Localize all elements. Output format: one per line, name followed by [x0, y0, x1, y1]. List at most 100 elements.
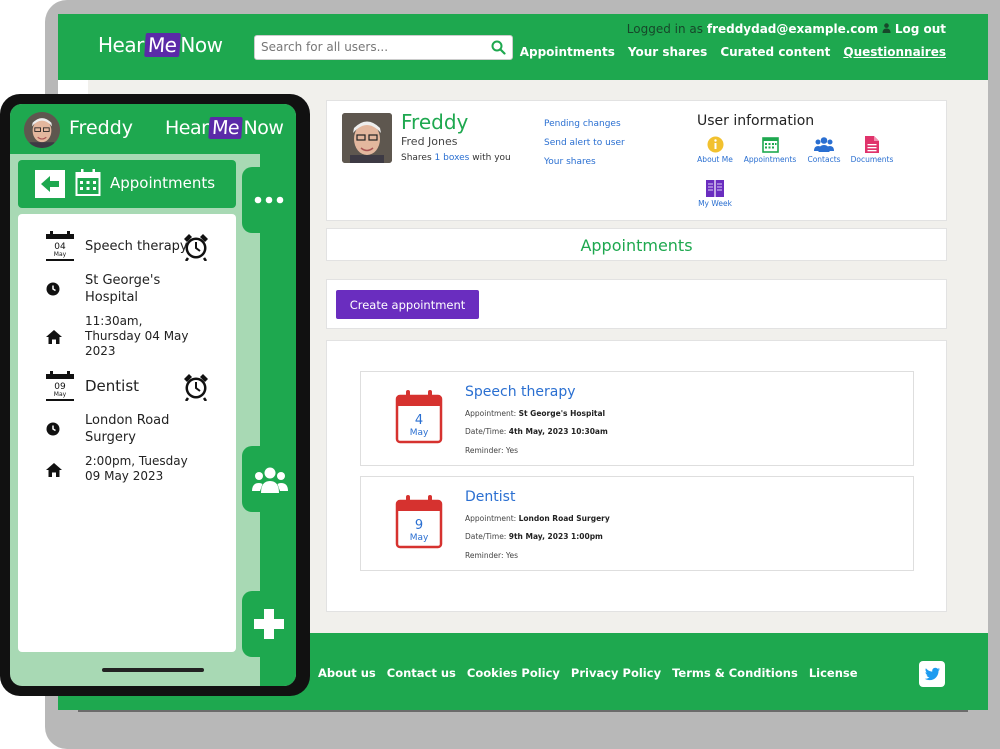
phone-place-line: Hospital	[85, 290, 139, 305]
search-box	[254, 35, 513, 60]
phone-user-name: Freddy	[69, 117, 133, 139]
profile-card: Freddy Fred Jones Shares 1 boxes with yo…	[326, 100, 947, 221]
phone-frame: Freddy Hear Me Now Appointments 04 May S…	[0, 94, 310, 696]
list-item: London Road Surgery	[18, 412, 236, 448]
avatar	[342, 113, 392, 163]
login-status: Logged in as freddydad@example.com Log o…	[627, 22, 946, 36]
people-icon	[242, 467, 296, 516]
logged-in-label: Logged in as	[626, 22, 704, 36]
footer-contact-us[interactable]: Contact us	[387, 666, 456, 680]
appointment-datetime: Date/Time: 4th May, 2023 10:30am	[465, 427, 608, 436]
stage: HearMeNow Logged in as freddydad@example…	[0, 0, 1000, 749]
avatar[interactable]	[24, 112, 60, 148]
footer-license[interactable]: License	[809, 666, 858, 680]
footer-about-us[interactable]: About us	[318, 666, 376, 680]
footer-terms[interactable]: Terms & Conditions	[672, 666, 798, 680]
send-alert-link[interactable]: Send alert to user	[544, 134, 625, 153]
appointment-reminder: Reminder: Yes	[465, 446, 518, 455]
back-arrow-icon[interactable]	[35, 170, 65, 202]
phone-title-bar: Appointments	[18, 160, 236, 208]
documents-icon	[842, 136, 902, 153]
my-week-icon	[685, 180, 745, 197]
list-item: 2:00pm, Tuesday 09 May 2023	[18, 454, 236, 486]
appointment-card-speech-therapy[interactable]: 4 May Speech therapy Appointment: St Geo…	[360, 371, 914, 466]
appointment-list: 4 May Speech therapy Appointment: St Geo…	[326, 340, 947, 612]
create-appointment-button[interactable]: Create appointment	[336, 290, 479, 319]
svg-text:May: May	[54, 391, 67, 398]
home-icon	[46, 462, 62, 481]
appointments-header-card: Appointments	[326, 228, 947, 261]
calendar-icon: 04 May	[46, 231, 74, 265]
footer-links: About us Contact us Cookies Policy Priva…	[318, 666, 858, 680]
nav-your-shares[interactable]: Your shares	[628, 45, 707, 59]
page-title: Appointments	[580, 236, 693, 255]
logo-now: Now	[180, 33, 223, 57]
pending-changes-link[interactable]: Pending changes	[544, 115, 625, 134]
appointment-title[interactable]: Dentist	[465, 489, 515, 505]
list-item: 11:30am, Thursday 04 May 2023	[18, 314, 236, 362]
phone-screen: Freddy Hear Me Now Appointments 04 May S…	[10, 104, 296, 686]
profile-name: Freddy	[401, 110, 469, 134]
info-icon	[685, 136, 745, 153]
appointment-place: Appointment: St George's Hospital	[465, 409, 606, 418]
calendar-day: 9	[415, 518, 423, 533]
user-icon	[882, 22, 891, 36]
footer-cookies-policy[interactable]: Cookies Policy	[467, 666, 560, 680]
footer-privacy-policy[interactable]: Privacy Policy	[571, 666, 661, 680]
user-info-title: User information	[697, 113, 815, 129]
nav-appointments[interactable]: Appointments	[520, 45, 615, 59]
calendar-month: May	[410, 533, 429, 543]
phone-appointment-title: Dentist	[85, 377, 140, 395]
list-item[interactable]: 09 May Dentist	[18, 371, 236, 403]
nav-curated-content[interactable]: Curated content	[720, 45, 830, 59]
documents-item[interactable]: Documents	[842, 136, 902, 164]
alarm-clock-icon	[183, 233, 209, 265]
phone-header: Freddy Hear Me Now	[10, 104, 296, 154]
your-shares-link[interactable]: Your shares	[544, 153, 625, 172]
list-item[interactable]: 04 May Speech therapy	[18, 231, 236, 263]
calendar-icon: 09 May	[46, 371, 74, 405]
hearmenow-logo[interactable]: Hear Me Now	[98, 33, 223, 57]
calendar-day: 4	[415, 413, 423, 428]
clock-icon	[46, 281, 60, 300]
calendar-icon	[740, 136, 800, 153]
clock-icon	[46, 421, 60, 440]
shares-summary: Shares 1 boxes with you	[401, 153, 511, 163]
appointment-place: Appointment: London Road Surgery	[465, 514, 610, 523]
site-header: HearMeNow Logged in as freddydad@example…	[58, 14, 988, 80]
add-tab[interactable]	[242, 591, 296, 657]
phone-page-title: Appointments	[110, 174, 216, 192]
more-icon	[242, 196, 296, 237]
appointment-reminder: Reminder: Yes	[465, 551, 518, 560]
plus-icon	[242, 609, 296, 661]
logout-link[interactable]: Log out	[895, 22, 946, 36]
search-icon[interactable]	[491, 40, 506, 59]
alarm-clock-icon	[183, 373, 209, 405]
phone-appointment-list: 04 May Speech therapy St George's Hospita…	[18, 214, 236, 652]
appointment-datetime: Date/Time: 9th May, 2023 1:00pm	[465, 532, 603, 541]
search-input[interactable]	[255, 36, 480, 58]
about-me-item[interactable]: About Me	[685, 136, 745, 164]
phone-appointment-title: Speech therapy	[85, 239, 188, 254]
nav-questionnaires[interactable]: Questionnaires	[843, 45, 946, 59]
calendar-icon: 9 May	[395, 495, 443, 553]
appointment-title[interactable]: Speech therapy	[465, 384, 576, 400]
my-week-item[interactable]: My Week	[685, 180, 745, 208]
calendar-month: May	[410, 428, 429, 438]
home-icon	[46, 329, 62, 348]
list-item: St George's Hospital	[18, 272, 236, 308]
appointments-item[interactable]: Appointments	[740, 136, 800, 164]
appointment-card-dentist[interactable]: 9 May Dentist Appointment: London Road S…	[360, 476, 914, 571]
home-indicator	[102, 668, 204, 672]
calendar-icon: 4 May	[395, 390, 443, 448]
twitter-icon[interactable]	[919, 661, 945, 687]
shares-link[interactable]: 1 boxes	[435, 153, 470, 163]
main-nav: Appointments Your shares Curated content…	[520, 45, 946, 59]
create-card: Create appointment	[326, 279, 947, 329]
logo-me: Me	[143, 33, 181, 57]
more-tab[interactable]	[242, 167, 296, 233]
user-email: freddydad@example.com	[706, 22, 879, 36]
calendar-icon	[75, 169, 101, 201]
profile-links: Pending changes Send alert to user Your …	[544, 115, 625, 172]
contacts-tab[interactable]	[242, 446, 296, 512]
